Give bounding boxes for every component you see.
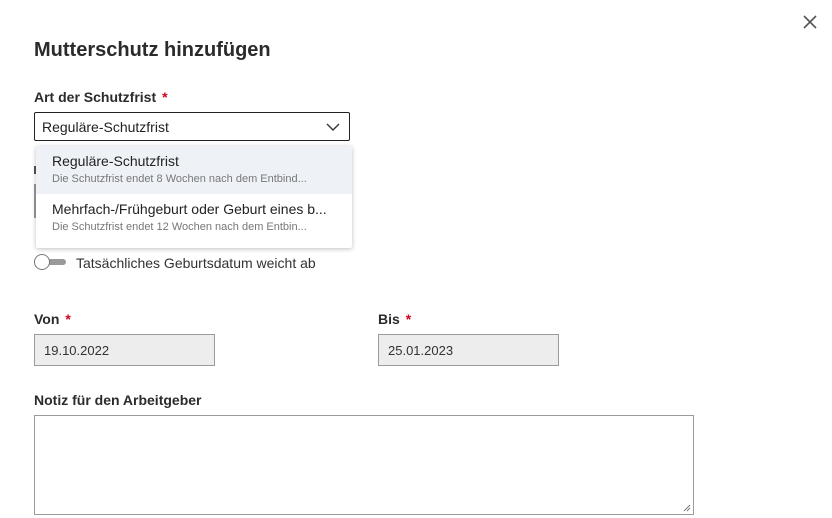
option-description: Die Schutzfrist endet 12 Wochen nach dem… (52, 221, 307, 233)
dropdown-option[interactable]: Reguläre-Schutzfrist Die Schutzfrist end… (36, 146, 352, 194)
von-value: 19.10.2022 (44, 342, 110, 358)
bis-label: Bis * (378, 311, 411, 327)
schutzfrist-label-text: Art der Schutzfrist (34, 89, 157, 105)
required-mark: * (65, 311, 71, 327)
schutzfrist-label: Art der Schutzfrist * (34, 89, 168, 105)
bis-label-text: Bis (378, 311, 400, 327)
schutzfrist-dropdown: Reguläre-Schutzfrist Die Schutzfrist end… (36, 146, 352, 248)
von-date-input[interactable]: 19.10.2022 (34, 334, 215, 366)
required-mark: * (405, 311, 412, 327)
option-title: Mehrfach-/Frühgeburt oder Geburt eines b… (52, 201, 327, 217)
von-label: Von * (34, 311, 71, 327)
close-button[interactable] (800, 12, 820, 32)
bis-value: 25.01.2023 (388, 342, 454, 358)
option-title: Reguläre-Schutzfrist (52, 153, 179, 169)
dialog-title: Mutterschutz hinzufügen (34, 39, 271, 61)
resize-grip-icon[interactable] (683, 504, 691, 512)
notiz-label: Notiz für den Arbeitgeber (34, 392, 202, 408)
close-icon (803, 15, 817, 29)
required-mark: * (162, 89, 168, 105)
bis-date-input[interactable]: 25.01.2023 (378, 334, 559, 366)
von-label-text: Von (34, 311, 60, 327)
schutzfrist-selected-value: Reguläre-Schutzfrist (42, 118, 169, 135)
toggle-label: Tatsächliches Geburtsdatum weicht ab (76, 255, 316, 271)
schutzfrist-select[interactable]: Reguläre-Schutzfrist (34, 112, 350, 141)
chevron-down-icon (326, 123, 340, 131)
toggle-knob (34, 254, 50, 270)
dropdown-option[interactable]: Mehrfach-/Frühgeburt oder Geburt eines b… (36, 194, 352, 242)
option-description: Die Schutzfrist endet 8 Wochen nach dem … (52, 173, 307, 185)
geburtsdatum-toggle[interactable] (34, 254, 66, 270)
notiz-textarea[interactable] (34, 415, 694, 515)
